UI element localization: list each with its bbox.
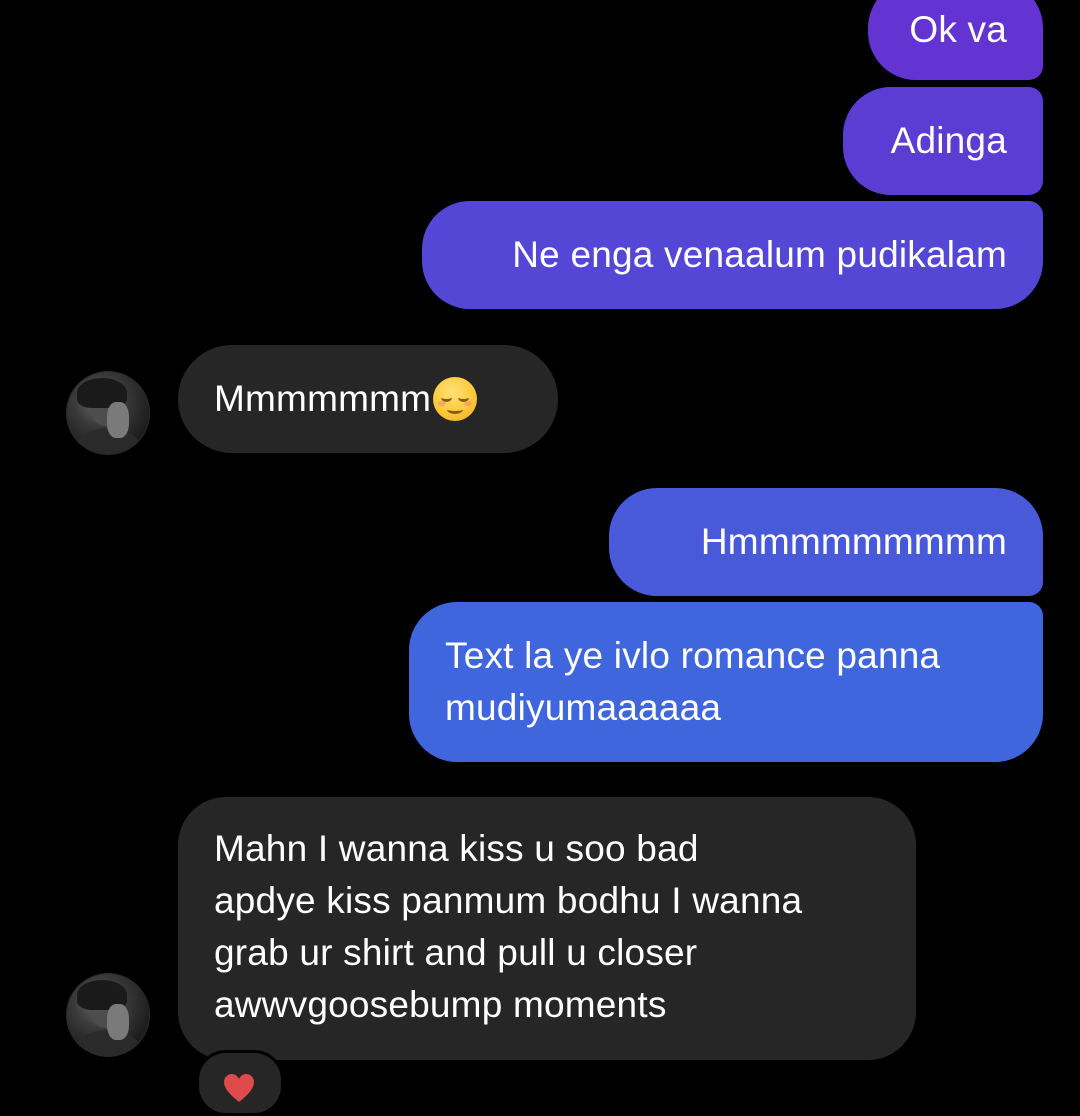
red-heart-icon [224, 1074, 254, 1102]
sent-message-bubble[interactable]: Ok va [868, 0, 1043, 80]
contact-avatar[interactable] [66, 371, 150, 455]
contact-avatar[interactable] [66, 973, 150, 1057]
message-text: Adinga [890, 120, 1007, 161]
relieved-face-emoji-icon [433, 377, 478, 421]
message-text: Text la ye ivlo romance panna mudiyumaaa… [445, 635, 941, 728]
sent-message-bubble[interactable]: Hmmmmmmmmm [609, 488, 1043, 596]
message-text: Ok va [909, 9, 1007, 50]
sent-message-bubble[interactable]: Text la ye ivlo romance panna mudiyumaaa… [409, 602, 1043, 762]
received-message-bubble[interactable]: Mmmmmmm [178, 345, 558, 453]
received-message-bubble[interactable]: Mahn I wanna kiss u soo bad apdye kiss p… [178, 797, 916, 1060]
sent-message-bubble[interactable]: Adinga [843, 87, 1043, 195]
message-text: Mmmmmmm [214, 378, 432, 419]
message-reaction[interactable] [196, 1050, 284, 1116]
sent-message-bubble[interactable]: Ne enga venaalum pudikalam [422, 201, 1043, 309]
message-text: Hmmmmmmmmm [700, 521, 1007, 562]
message-text: Mahn I wanna kiss u soo bad apdye kiss p… [214, 828, 803, 1025]
chat-thread: Ok va Adinga Ne enga venaalum pudikalam … [0, 0, 1080, 1116]
message-text: Ne enga venaalum pudikalam [512, 234, 1007, 275]
